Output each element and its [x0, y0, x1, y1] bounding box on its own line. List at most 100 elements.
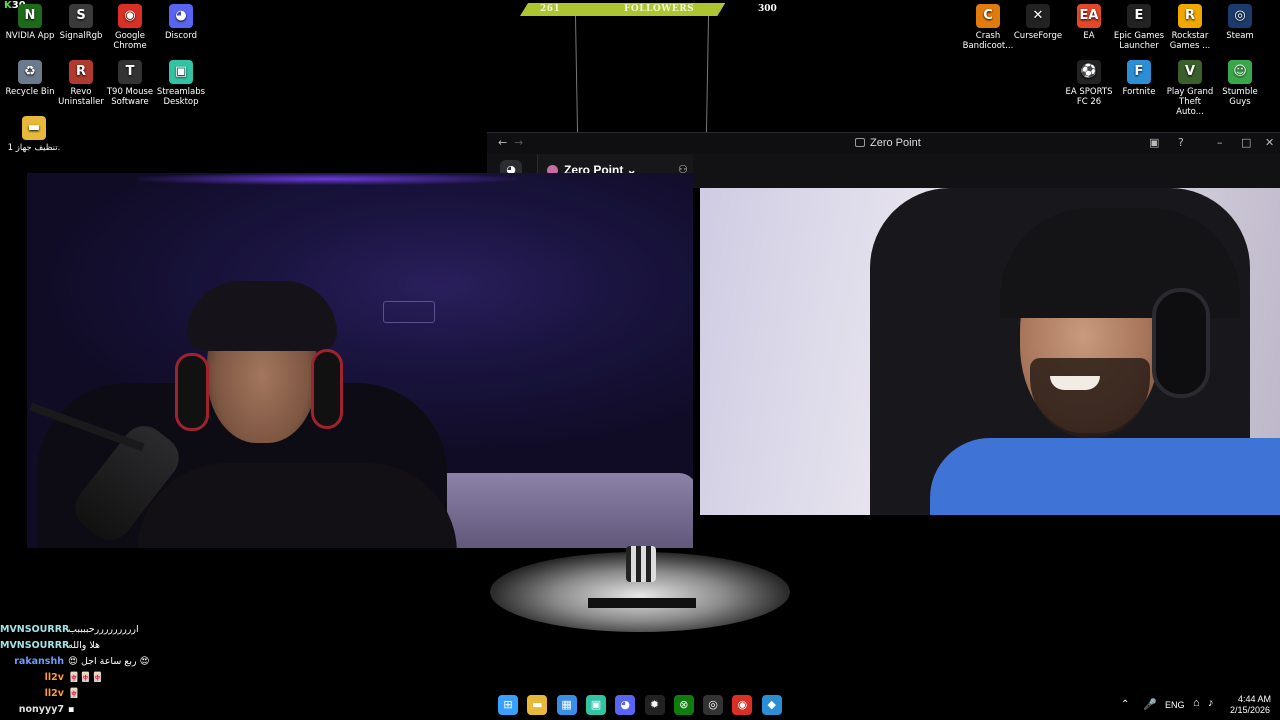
- revo-icon: R: [69, 60, 93, 84]
- headphone-left: [175, 353, 209, 431]
- desktop-icon-label: SignalRgb: [59, 31, 103, 41]
- follower-current: 261: [540, 4, 561, 14]
- discord-icon: ◕: [169, 4, 193, 28]
- discord-title-icon: [855, 138, 865, 147]
- purple-led-strip: [137, 173, 517, 185]
- forward-button[interactable]: →: [514, 136, 523, 149]
- chat-message: rakanshh 😍 ربع ساعة اجل 😍: [0, 654, 300, 670]
- network-icon[interactable]: ⌂: [1193, 697, 1200, 709]
- recycle-bin-icon: ♻: [18, 60, 42, 84]
- fortnite-icon: F: [1127, 60, 1151, 84]
- easports-icon: ⚽: [1077, 60, 1101, 84]
- desktop-icon-fortnite[interactable]: F Fortnite: [1113, 60, 1165, 97]
- taskbar-xbox-icon[interactable]: ⊗: [673, 695, 694, 715]
- desktop-icon-recycle-bin[interactable]: ♻ Recycle Bin: [4, 60, 56, 97]
- chat-text: 😍 ربع ساعة اجل 😍: [68, 656, 150, 667]
- desktop-icon-revo[interactable]: R Revo Uninstaller: [55, 60, 107, 107]
- chat-message: MVNSOURRRارررررررررحببببب: [0, 622, 300, 638]
- chat-text: ارررررررررحببببب: [68, 624, 139, 635]
- microphone-icon[interactable]: 🎤: [1143, 698, 1157, 711]
- desktop-icon-easports[interactable]: ⚽ EA SPORTS FC 26: [1063, 60, 1115, 107]
- inbox-icon[interactable]: ▣: [1149, 136, 1159, 149]
- crash-icon: C: [976, 4, 1000, 28]
- desktop-icon-label: NVIDIA App: [5, 31, 55, 41]
- taskbar: [0, 690, 1280, 720]
- nvidia-icon: N: [18, 4, 42, 28]
- headphone-right: [311, 349, 343, 429]
- taskbar-obs-icon[interactable]: ◎: [703, 695, 724, 715]
- minimize-button[interactable]: –: [1217, 136, 1223, 149]
- taskbar-streamlabs-icon[interactable]: ▣: [585, 695, 606, 715]
- tray-chevron-icon[interactable]: ⌃: [1121, 699, 1129, 710]
- desktop-icon-label: Steam: [1226, 31, 1254, 41]
- desktop-icon-label: Stumble Guys: [1222, 87, 1258, 107]
- taskbar-app-icon[interactable]: ◆: [761, 695, 782, 715]
- taskbar-start-icon[interactable]: ⊞: [498, 695, 518, 715]
- volume-icon[interactable]: ♪: [1208, 697, 1214, 709]
- taskbar-chrome-icon[interactable]: ◉: [732, 695, 753, 715]
- t90-icon: T: [118, 60, 142, 84]
- clock-date[interactable]: 2/15/2026: [1230, 705, 1270, 715]
- streamlabs-icon: ▣: [169, 60, 193, 84]
- guest-smile: [1050, 376, 1100, 390]
- curseforge-icon: ✕: [1026, 4, 1050, 28]
- desktop-icon-t90[interactable]: T T90 Mouse Software: [104, 60, 156, 107]
- epic-icon: E: [1127, 4, 1151, 28]
- clock-time[interactable]: 4:44 AM: [1238, 694, 1271, 704]
- desktop-icon-steam[interactable]: ◎ Steam: [1214, 4, 1266, 41]
- chat-username: rakanshh: [14, 656, 64, 667]
- chrome-icon: ◉: [118, 4, 142, 28]
- desktop-icon-label: Epic Games Launcher: [1113, 31, 1165, 51]
- gta-icon: V: [1178, 60, 1202, 84]
- maximize-button[interactable]: □: [1241, 136, 1251, 149]
- desktop-icon-gta[interactable]: V Play Grand Theft Auto...: [1164, 60, 1216, 117]
- desktop-icon-nvidia[interactable]: N NVIDIA App: [4, 4, 56, 41]
- desktop-icon-epic[interactable]: E Epic Games Launcher: [1113, 4, 1165, 51]
- streamer-body: [137, 463, 457, 548]
- chat-text: 🀄🀄🀄: [68, 672, 104, 683]
- signalrgb-icon: S: [69, 4, 93, 28]
- taskbar-explorer-icon[interactable]: ▬: [527, 695, 548, 715]
- chat-username: MVNSOURRR: [0, 624, 70, 635]
- help-icon[interactable]: ?: [1178, 136, 1184, 149]
- desktop-icon-label: EA: [1083, 31, 1095, 41]
- streamer-hair: [187, 281, 337, 351]
- back-button[interactable]: ←: [498, 136, 507, 149]
- pixel-character: [626, 546, 656, 582]
- desktop-icon-stumble[interactable]: ☺ Stumble Guys: [1214, 60, 1266, 107]
- taskbar-discord-icon[interactable]: ◕: [615, 695, 636, 715]
- desktop-icon-label: Streamlabs Desktop: [156, 87, 206, 107]
- chat-message: MVNSOURRRهلا والله: [0, 638, 300, 654]
- desktop-icon-crash[interactable]: C Crash Bandicoot...: [962, 4, 1014, 51]
- rockstar-icon: R: [1178, 4, 1202, 28]
- folder-icon: ▬: [22, 116, 46, 140]
- desktop-icon-label: Rockstar Games ...: [1169, 31, 1211, 51]
- follower-label: FOLLOWERS: [624, 4, 695, 14]
- guest-shirt: [930, 438, 1280, 515]
- desktop-icon-label: Revo Uninstaller: [58, 87, 104, 107]
- desktop-icon-streamlabs[interactable]: ▣ Streamlabs Desktop: [155, 60, 207, 107]
- desktop-icon-label: Crash Bandicoot...: [962, 31, 1014, 51]
- taskbar-store-icon[interactable]: ▦: [556, 695, 577, 715]
- chat-message: ll2v 🀄🀄🀄: [0, 670, 300, 686]
- window-title: Zero Point: [870, 137, 921, 149]
- taskbar-steelseries-icon[interactable]: ✹: [644, 695, 665, 715]
- close-button[interactable]: ✕: [1265, 136, 1274, 149]
- desktop-icon-rockstar[interactable]: R Rockstar Games ...: [1164, 4, 1216, 51]
- chat-username: ll2v: [44, 672, 64, 683]
- pixel-platform: [588, 598, 696, 608]
- language-indicator[interactable]: ENG: [1165, 700, 1185, 710]
- desktop-icon-ea[interactable]: EA EA: [1063, 4, 1115, 41]
- desktop-icon-label: EA SPORTS FC 26: [1065, 87, 1113, 107]
- webcam-right: [700, 188, 1280, 515]
- desktop-icon-discord[interactable]: ◕ Discord: [155, 4, 207, 41]
- desktop-icon-signalrgb[interactable]: S SignalRgb: [55, 4, 107, 41]
- desktop-icon-curseforge[interactable]: ✕ CurseForge: [1012, 4, 1064, 41]
- desktop-icon-label: Play Grand Theft Auto...: [1166, 87, 1214, 117]
- desktop-icon-folder[interactable]: ▬ تنظيف جهاز 1.: [4, 116, 64, 153]
- ea-icon: EA: [1077, 4, 1101, 28]
- webcam-left: [27, 173, 693, 548]
- neon-sign: [383, 301, 435, 323]
- chat-username: MVNSOURRR: [0, 640, 70, 651]
- desktop-icon-chrome[interactable]: ◉ Google Chrome: [104, 4, 156, 51]
